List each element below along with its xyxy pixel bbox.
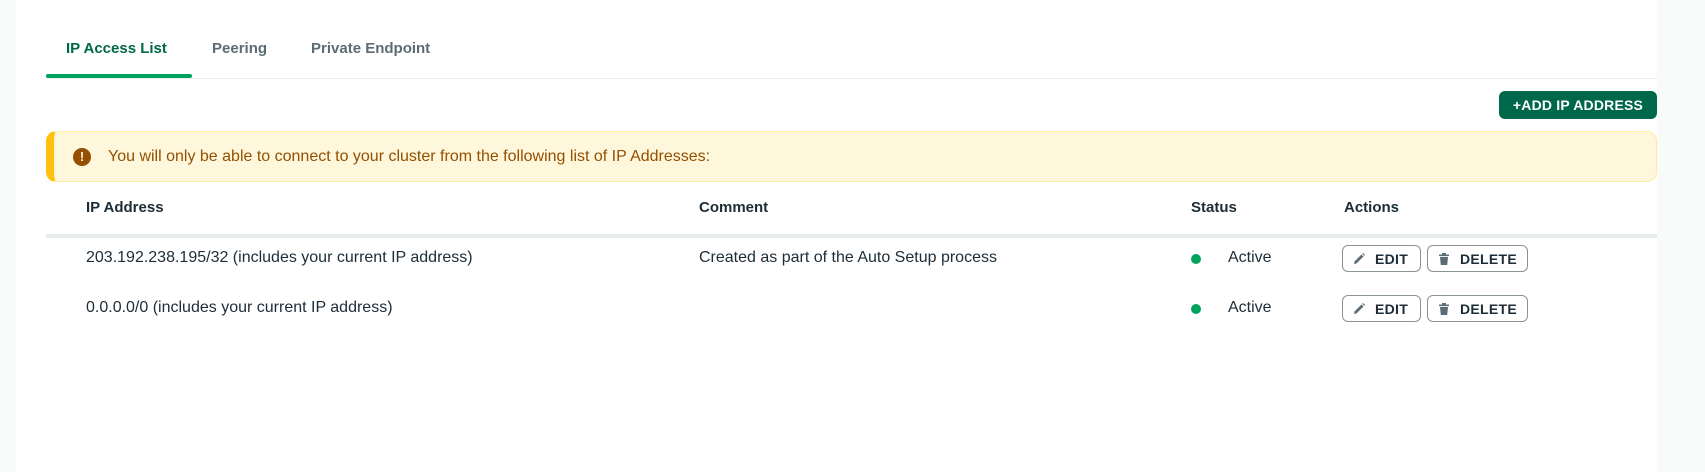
tab-peering[interactable]: Peering	[212, 40, 267, 57]
ip-address-cell: 203.192.238.195/32 (includes your curren…	[86, 249, 473, 266]
delete-button-label: DELETE	[1460, 250, 1518, 267]
warning-banner: ! You will only be able to connect to yo…	[46, 131, 1657, 182]
column-header-status: Status	[1191, 199, 1237, 216]
comment-cell: Created as part of the Auto Setup proces…	[699, 249, 997, 266]
delete-button[interactable]: DELETE	[1427, 295, 1528, 322]
add-ip-address-button[interactable]: +ADD IP ADDRESS	[1499, 91, 1657, 119]
active-tab-indicator	[46, 74, 192, 78]
warning-banner-text: You will only be able to connect to your…	[108, 147, 711, 165]
warning-icon: !	[73, 147, 91, 166]
ip-address-cell: 0.0.0.0/0 (includes your current IP addr…	[86, 299, 393, 316]
status-cell: Active	[1228, 249, 1272, 266]
tab-ip-access-list[interactable]: IP Access List	[66, 40, 167, 57]
edit-button[interactable]: EDIT	[1342, 295, 1421, 322]
trash-icon	[1436, 301, 1452, 317]
status-cell: Active	[1228, 299, 1272, 316]
column-header-comment: Comment	[699, 199, 769, 216]
column-header-actions: Actions	[1344, 199, 1400, 216]
edit-button-label: EDIT	[1375, 250, 1409, 267]
table-row: 0.0.0.0/0 (includes your current IP addr…	[46, 284, 1657, 334]
pencil-icon	[1351, 301, 1367, 317]
delete-button-label: DELETE	[1460, 300, 1518, 317]
column-header-ip-address: IP Address	[86, 199, 164, 216]
status-active-dot-icon	[1191, 304, 1201, 314]
status-active-dot-icon	[1191, 254, 1201, 264]
delete-button[interactable]: DELETE	[1427, 245, 1528, 272]
edit-button[interactable]: EDIT	[1342, 245, 1421, 272]
tab-private-endpoint[interactable]: Private Endpoint	[311, 40, 430, 57]
pencil-icon	[1351, 251, 1367, 267]
trash-icon	[1436, 251, 1452, 267]
tab-bar: IP Access List Peering Private Endpoint	[46, 0, 1657, 79]
table-header: IP Address Comment Status Actions	[46, 184, 1657, 238]
edit-button-label: EDIT	[1375, 300, 1409, 317]
table-row: 203.192.238.195/32 (includes your curren…	[46, 234, 1657, 284]
